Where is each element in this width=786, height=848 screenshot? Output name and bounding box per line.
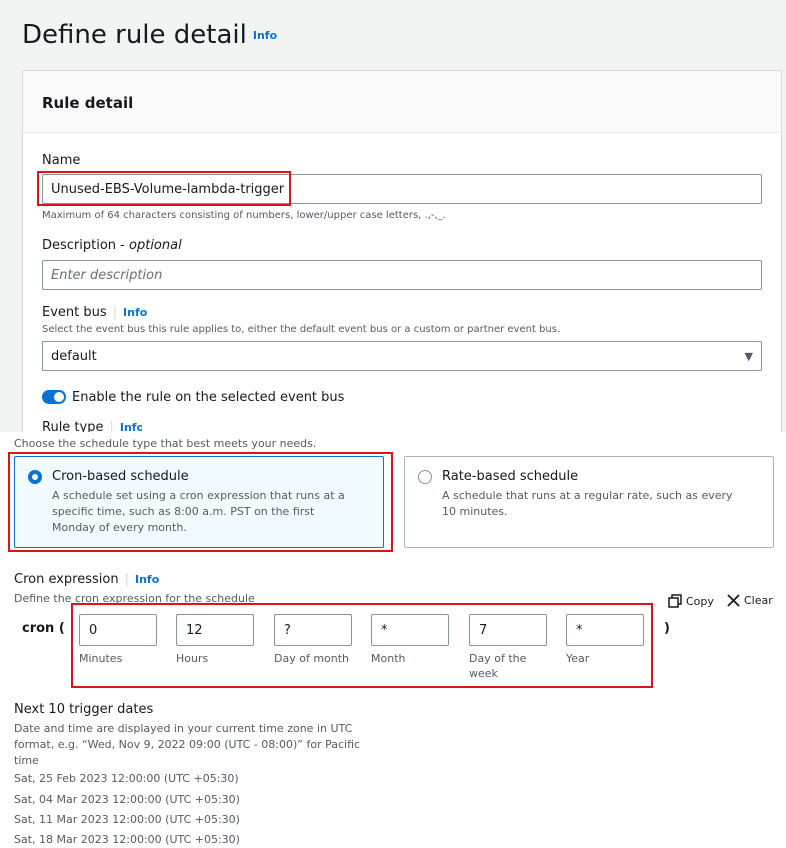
page-title: Define rule detail Info xyxy=(22,20,277,50)
event-bus-hint: Select the event bus this rule applies t… xyxy=(42,324,561,335)
enable-rule-toggle[interactable] xyxy=(42,390,66,404)
copy-icon xyxy=(668,594,682,608)
rule-type-label-clip: Rule type | Info xyxy=(42,420,142,432)
cron-option-highlight xyxy=(8,452,393,552)
event-bus-info-link[interactable]: Info xyxy=(123,306,147,319)
name-highlight xyxy=(37,171,291,206)
event-bus-label-text: Event bus xyxy=(42,305,107,320)
page-info-link[interactable]: Info xyxy=(253,29,277,42)
panel-header: Rule detail xyxy=(23,71,781,133)
name-hint: Maximum of 64 characters consisting of n… xyxy=(42,210,446,221)
description-label: Description - optional xyxy=(42,238,182,253)
event-bus-select[interactable]: default ▼ xyxy=(42,341,762,371)
schedule-hint: Choose the schedule type that best meets… xyxy=(14,437,317,450)
cron-label-text: Cron expression xyxy=(14,572,119,587)
cron-label: Cron expression | Info xyxy=(14,572,160,587)
close-icon xyxy=(727,594,740,607)
clear-button[interactable]: Clear xyxy=(727,594,773,607)
cron-info-link[interactable]: Info xyxy=(135,573,159,586)
cron-suffix: ) xyxy=(664,621,670,636)
rate-schedule-option[interactable]: Rate-based schedule A schedule that runs… xyxy=(404,456,774,548)
rate-radio[interactable] xyxy=(418,470,432,484)
clear-label: Clear xyxy=(744,594,773,607)
name-label: Name xyxy=(42,153,81,168)
cron-prefix: cron ( xyxy=(22,621,65,636)
rate-option-description: A schedule that runs at a regular rate, … xyxy=(442,489,733,518)
trigger-date: Sat, 18 Mar 2023 12:00:00 (UTC +05:30) xyxy=(14,833,240,846)
rule-type-label: Rule type | Info xyxy=(42,420,142,432)
enable-rule-label: Enable the rule on the selected event bu… xyxy=(72,390,345,405)
rate-option-title: Rate-based schedule xyxy=(442,469,579,484)
trigger-date: Sat, 11 Mar 2023 12:00:00 (UTC +05:30) xyxy=(14,813,240,826)
panel-title: Rule detail xyxy=(42,94,134,112)
trigger-date: Sat, 25 Feb 2023 12:00:00 (UTC +05:30) xyxy=(14,772,239,785)
description-label-text: Description xyxy=(42,238,117,253)
copy-button[interactable]: Copy xyxy=(668,594,714,608)
caret-down-icon: ▼ xyxy=(744,349,753,363)
page-title-text: Define rule detail xyxy=(22,20,247,50)
cron-fields-highlight xyxy=(71,603,653,688)
copy-label: Copy xyxy=(686,594,714,608)
rule-type-info-link[interactable]: Info xyxy=(120,421,142,432)
description-input[interactable]: Enter description xyxy=(42,260,762,290)
trigger-date: Sat, 04 Mar 2023 12:00:00 (UTC +05:30) xyxy=(14,793,240,806)
rule-type-label-text: Rule type xyxy=(42,420,104,432)
trigger-dates-title: Next 10 trigger dates xyxy=(14,702,154,717)
description-placeholder: Enter description xyxy=(51,267,163,283)
event-bus-label: Event bus | Info xyxy=(42,305,148,320)
event-bus-value: default xyxy=(51,348,97,364)
description-optional: optional xyxy=(129,238,182,253)
trigger-dates-description: Date and time are displayed in your curr… xyxy=(14,722,361,767)
